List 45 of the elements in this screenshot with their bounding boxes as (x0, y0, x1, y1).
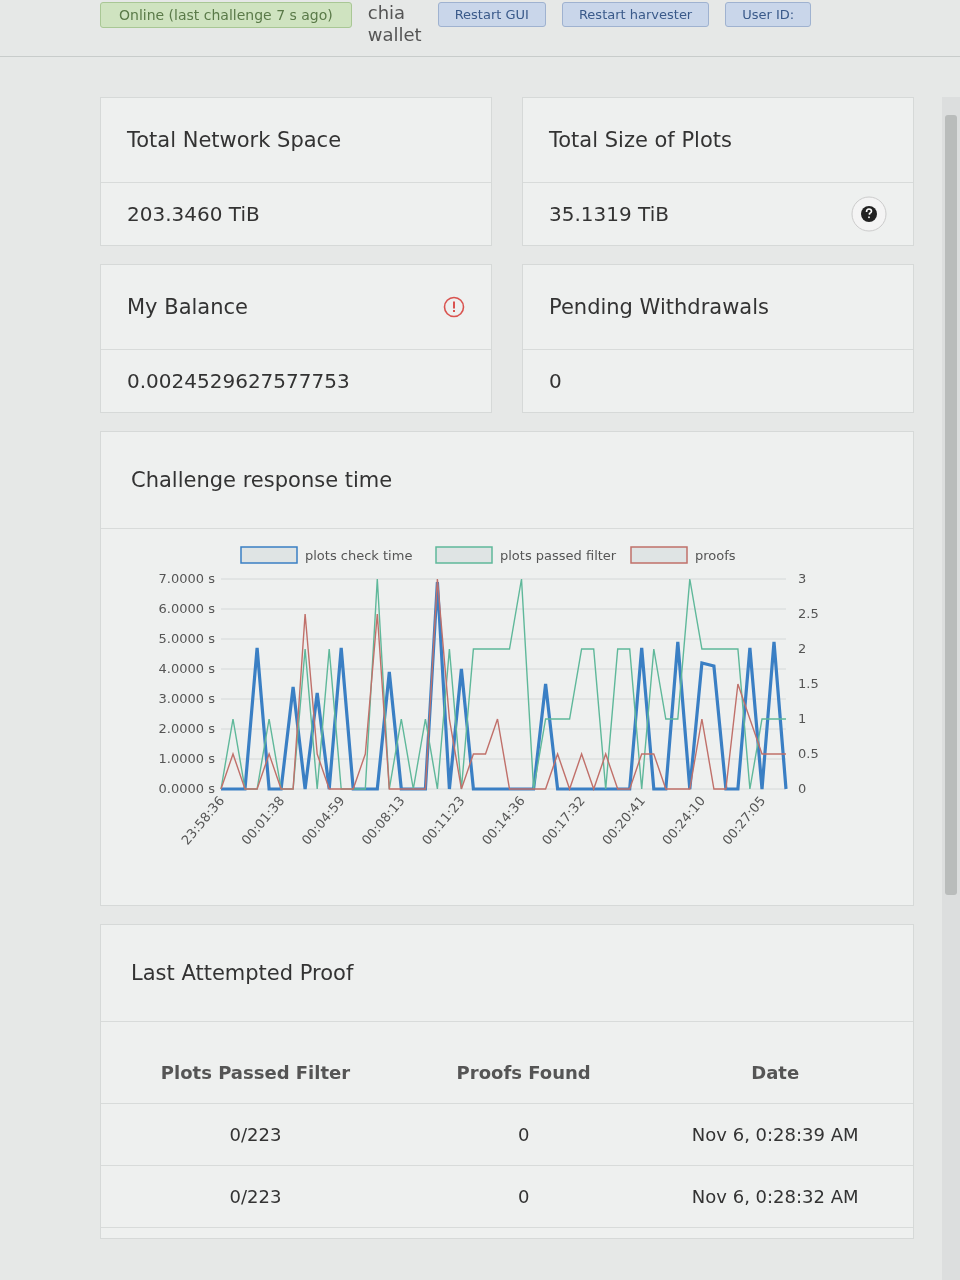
panel-title: Challenge response time (131, 468, 393, 492)
table-cell: 0 (409, 1103, 638, 1166)
axis-label: 7.0000 s (158, 571, 215, 586)
toolbar-button[interactable]: Restart harvester (561, 2, 710, 27)
table-cell: 0/223 (101, 1103, 410, 1166)
axis-label: 3.0000 s (158, 691, 215, 706)
toolbar-button[interactable]: User ID: (725, 2, 812, 27)
table-cell: Nov 6, 0:28:39 AM (637, 1103, 913, 1166)
axis-label: 1 (798, 711, 807, 726)
axis-label: 6.0000 s (158, 601, 215, 616)
axis-label: 2 (798, 641, 807, 656)
legend-label: plots passed filter (500, 548, 617, 563)
axis-label: 2.5 (798, 606, 819, 621)
axis-label: 3 (798, 571, 807, 586)
table-cell: 0 (409, 1165, 638, 1228)
axis-label: 1.0000 s (158, 751, 215, 766)
card-value: 0.0024529627577753 (127, 369, 350, 393)
card-title: Total Network Space (127, 128, 342, 152)
card-value: 203.3460 TiB (127, 202, 260, 226)
toolbar-button[interactable]: Restart GUI (437, 2, 546, 27)
axis-label: 1.5 (798, 676, 819, 691)
column-header[interactable]: Proofs Found (409, 1042, 638, 1104)
legend-item[interactable]: plots check time (240, 546, 413, 564)
axis-label: 2.0000 s (158, 721, 215, 736)
axis-label: 5.0000 s (158, 631, 215, 646)
column-header[interactable]: Plots Passed Filter (101, 1042, 410, 1104)
panel-title: Last Attempted Proof (131, 961, 354, 985)
axis-label: 0 (798, 781, 807, 796)
card-title: My Balance (127, 295, 248, 319)
axis-label: 4.0000 s (158, 661, 215, 676)
app-name: chia (367, 2, 407, 24)
legend-item[interactable]: plots passed filter (435, 546, 617, 564)
card-value: 0 (549, 369, 562, 393)
status-badge: Online (last challenge 7 s ago) (100, 2, 352, 28)
card-value: 35.1319 TiB (549, 202, 669, 226)
column-header[interactable]: Date (637, 1042, 913, 1104)
card-title: Pending Withdrawals (549, 295, 769, 319)
app-name: wallet (367, 24, 422, 46)
table-cell: 0/223 (101, 1165, 410, 1228)
axis-label: 0.0000 s (158, 781, 215, 796)
legend-label: plots check time (305, 548, 413, 563)
card-title: Total Size of Plots (549, 128, 732, 152)
axis-label: 0.5 (798, 746, 819, 761)
table-cell: Nov 6, 0:28:32 AM (637, 1165, 913, 1228)
legend-label: proofs (695, 548, 736, 563)
